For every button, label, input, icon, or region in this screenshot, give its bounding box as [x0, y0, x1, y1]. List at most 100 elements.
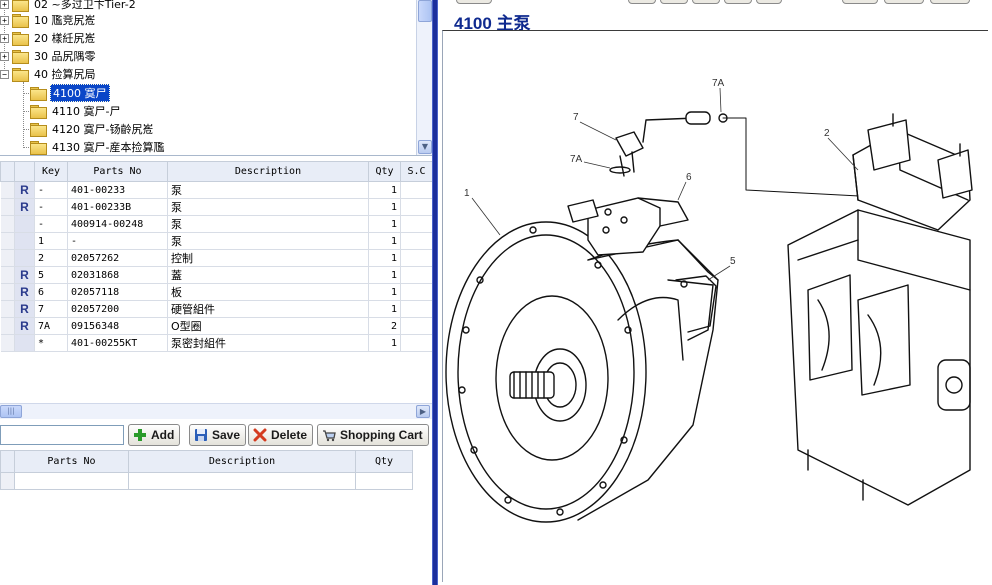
column-header-description[interactable]: Description	[167, 161, 369, 182]
cell-key: 2	[34, 249, 68, 267]
cell-key: -	[34, 181, 68, 199]
expand-icon[interactable]: +	[0, 15, 9, 25]
toolbar-button[interactable]	[628, 0, 656, 4]
toolbar-button[interactable]	[692, 0, 720, 4]
callout-2[interactable]: 2	[824, 128, 830, 139]
row-gutter	[0, 232, 15, 250]
callout-6[interactable]: 6	[686, 172, 692, 183]
table-row[interactable]: R -401-00233 泵 1	[0, 181, 433, 199]
toolbar-button[interactable]	[842, 0, 878, 4]
scroll-thumb[interactable]: |||	[0, 405, 22, 418]
replacement-flag	[14, 334, 35, 352]
shopping-cart-button[interactable]: Shopping Cart	[317, 424, 429, 446]
diagram-pane: 4100 主泵 1 2 5 6 7 7A 7A	[438, 0, 992, 585]
tree-vertical-scrollbar[interactable]: ▼	[416, 0, 432, 155]
toolbar-button[interactable]	[724, 0, 752, 4]
toolbar-button[interactable]	[930, 0, 970, 4]
cart-cell-description[interactable]	[128, 472, 356, 490]
cell-parts-no: 02031868	[67, 266, 168, 284]
add-button[interactable]: Add	[128, 424, 181, 446]
cell-sc	[400, 334, 433, 352]
column-header-sc[interactable]: S.C	[400, 161, 433, 182]
add-button-label: Add	[151, 428, 175, 442]
tree-item-30[interactable]: + 30 品尻隅零	[0, 47, 98, 65]
column-header-key[interactable]: Key	[34, 161, 68, 182]
replacement-flag: R	[14, 300, 35, 318]
gutter-header	[0, 450, 15, 473]
cart-empty-row[interactable]	[0, 472, 413, 490]
replacement-flag: R	[14, 198, 35, 216]
cell-description: 蓋	[167, 266, 369, 284]
cell-sc	[400, 232, 433, 250]
scroll-right-icon[interactable]: ▶	[416, 405, 430, 418]
category-tree[interactable]: + 02 ~多过卫卞Tier-2 + 10 尶竞尻峞 + 20 樣紝尻峞 + 3…	[0, 0, 432, 156]
cell-qty: 1	[368, 181, 401, 199]
scroll-down-icon[interactable]: ▼	[418, 140, 432, 154]
column-header-description[interactable]: Description	[128, 450, 356, 473]
table-row[interactable]: R 7 02057200 硬管組件 1	[0, 300, 433, 318]
tree-item-4100[interactable]: 4100 寞尸	[30, 84, 110, 102]
row-gutter	[0, 198, 15, 216]
table-row[interactable]: R 5 02031868 蓋 1	[0, 266, 433, 284]
tree-item-4110[interactable]: 4110 寞尸-尸	[30, 102, 122, 120]
folder-icon	[12, 0, 29, 12]
column-header-qty[interactable]: Qty	[368, 161, 401, 182]
table-row[interactable]: -400914-00248 泵 1	[0, 215, 433, 233]
cell-parts-no: -	[67, 232, 168, 250]
toolbar-button[interactable]	[660, 0, 688, 4]
replacement-flag: R	[14, 283, 35, 301]
callout-5[interactable]: 5	[730, 256, 736, 267]
cart-cell-parts-no[interactable]	[14, 472, 129, 490]
tree-item-20[interactable]: + 20 樣紝尻峞	[0, 29, 98, 47]
regulator-assembly[interactable]	[787, 113, 973, 506]
cell-qty: 1	[368, 266, 401, 284]
toolbar-button[interactable]	[756, 0, 782, 4]
cell-parts-no: 400914-00248	[67, 215, 168, 233]
cart-cell-qty[interactable]	[355, 472, 413, 490]
cart-table: Parts No Description Qty	[0, 450, 413, 490]
tree-item-40[interactable]: − 40 捡算尻局	[0, 65, 98, 83]
save-button[interactable]: Save	[189, 424, 247, 446]
scroll-thumb[interactable]	[418, 0, 432, 22]
diagram-toolbar	[438, 0, 992, 6]
delete-button[interactable]: Delete	[248, 424, 314, 446]
table-row[interactable]: 1-泵1	[0, 232, 433, 250]
toolbar-button[interactable]	[456, 0, 492, 4]
tree-item-10[interactable]: + 10 尶竞尻峞	[0, 11, 98, 29]
callout-1[interactable]: 1	[464, 188, 470, 199]
expand-icon[interactable]: +	[0, 33, 9, 43]
table-row[interactable]: R 7A 09156348 O型圈 2	[0, 317, 433, 335]
delete-x-icon	[253, 428, 267, 442]
cell-qty: 1	[368, 334, 401, 352]
pump-housing[interactable]	[445, 221, 719, 523]
cell-sc	[400, 181, 433, 199]
cell-parts-no: 02057262	[67, 249, 168, 267]
parts-horizontal-scrollbar[interactable]: ||| ▶	[0, 403, 432, 419]
tree-item-4130[interactable]: 4130 寞尸-産本捡算尶	[30, 138, 166, 155]
table-row[interactable]: 2 02057262 控制 1	[0, 249, 433, 267]
replacement-flag: R	[14, 317, 35, 335]
row-gutter	[0, 181, 15, 199]
row-gutter	[0, 215, 15, 233]
tree-item-4120[interactable]: 4120 寞尸-钖齡尻峞	[30, 120, 155, 138]
expand-icon[interactable]: +	[0, 0, 9, 9]
part-entry-input[interactable]	[0, 425, 124, 445]
column-header-parts-no[interactable]: Parts No	[67, 161, 168, 182]
callout-7[interactable]: 7	[573, 112, 579, 123]
expand-icon[interactable]: +	[0, 51, 9, 61]
callout-7a-mid[interactable]: 7A	[570, 154, 583, 165]
column-header-parts-no[interactable]: Parts No	[14, 450, 129, 473]
cell-description: 泵	[167, 181, 369, 199]
tree-item-label: 30 品尻隅零	[34, 50, 96, 63]
toolbar-button[interactable]	[884, 0, 924, 4]
table-row[interactable]: R -401-00233B 泵 1	[0, 198, 433, 216]
callout-7a-top[interactable]: 7A	[712, 78, 725, 89]
tree-item-label: 4130 寞尸-産本捡算尶	[52, 141, 165, 154]
cell-description: O型圈	[167, 317, 369, 335]
column-header-qty[interactable]: Qty	[355, 450, 413, 473]
row-gutter	[0, 266, 15, 284]
collapse-icon[interactable]: −	[0, 69, 9, 79]
table-row[interactable]: * 401-00255KT 泵密封組件 1	[0, 334, 433, 352]
table-row[interactable]: R 6 02057118 板 1	[0, 283, 433, 301]
exploded-parts-diagram[interactable]: 1 2 5 6 7 7A 7A	[438, 30, 992, 582]
